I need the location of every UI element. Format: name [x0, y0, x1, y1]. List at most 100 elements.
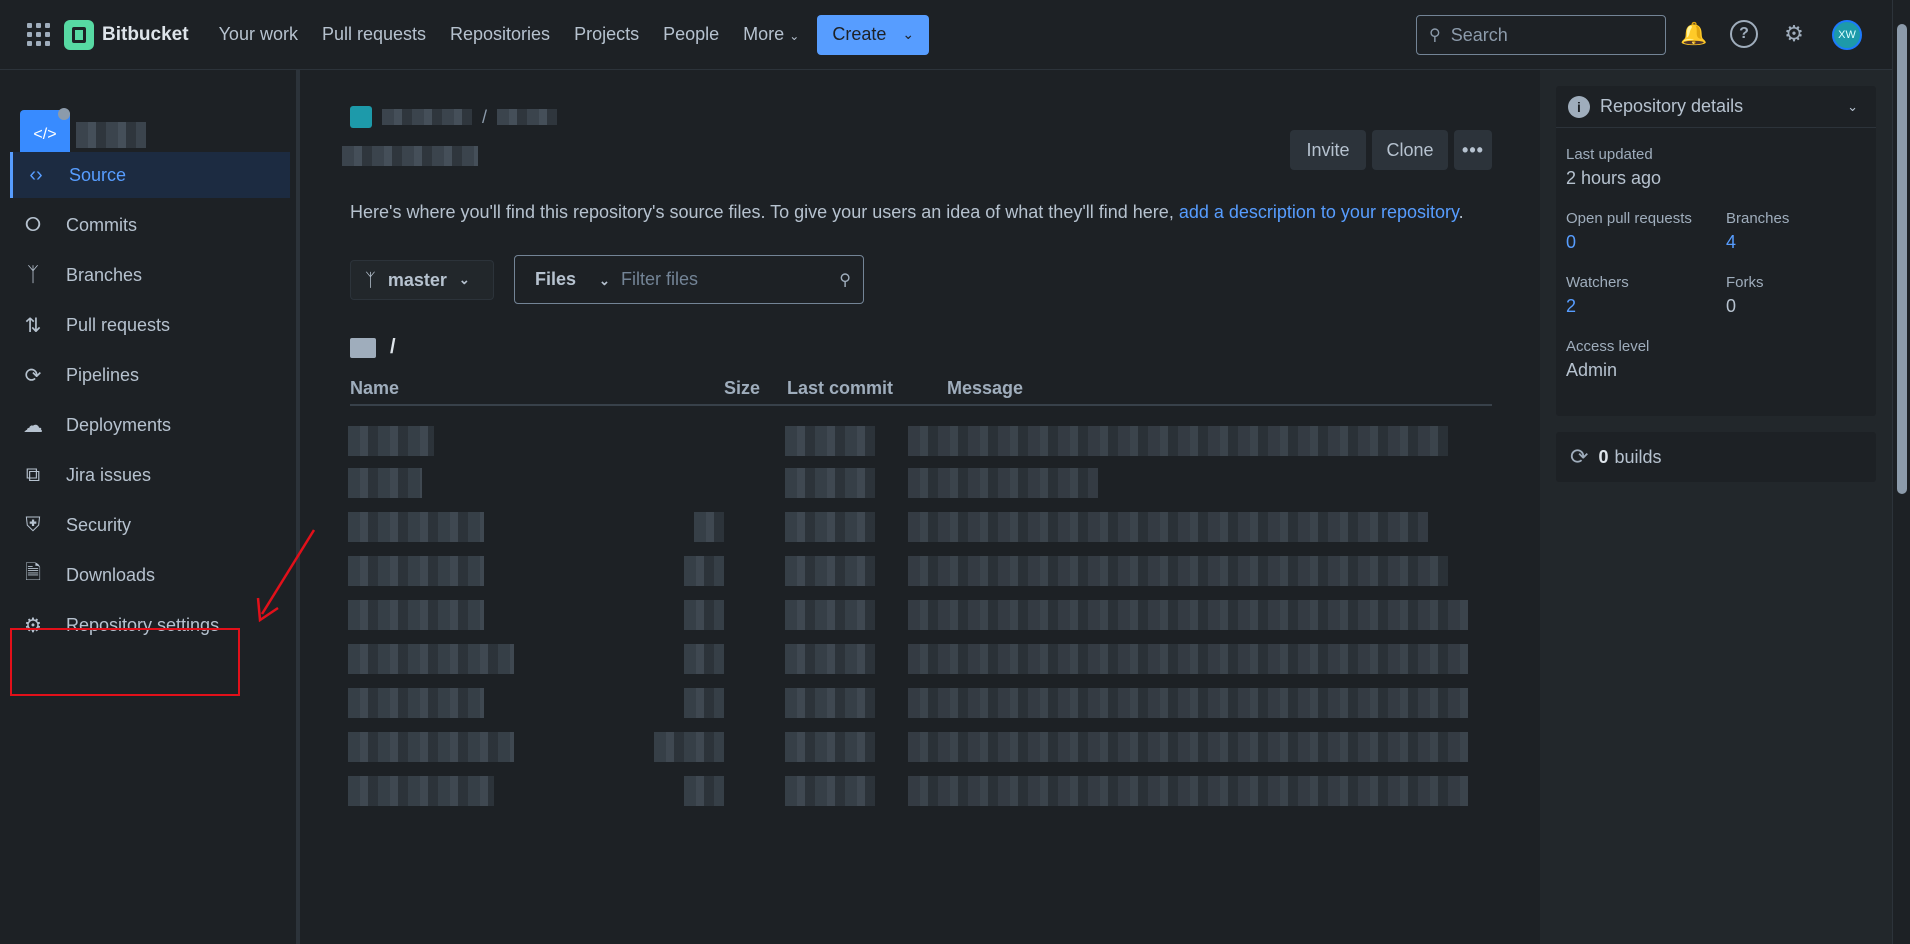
builds-card[interactable]: ⟳ 0 builds	[1556, 432, 1876, 482]
commit-message-redacted	[908, 512, 1428, 542]
builds-label: builds	[1614, 446, 1662, 467]
table-row[interactable]	[348, 556, 1494, 586]
branch-icon: ᛉ	[365, 269, 376, 290]
table-row[interactable]	[348, 644, 1494, 674]
invite-button[interactable]: Invite	[1290, 130, 1366, 170]
clone-button[interactable]: Clone	[1372, 130, 1448, 170]
file-name-redacted[interactable]	[348, 468, 422, 498]
file-name-redacted[interactable]	[348, 512, 484, 542]
sidebar-item-jira-issues[interactable]: ⧉ Jira issues	[10, 452, 290, 498]
search-input[interactable]: ⚲ Search	[1416, 15, 1666, 55]
commit-message-redacted	[908, 556, 1448, 586]
sidebar-item-deployments[interactable]: ☁ Deployments	[10, 402, 290, 448]
file-name-redacted[interactable]	[348, 556, 484, 586]
repository-name-redacted[interactable]	[76, 122, 146, 148]
sidebar-item-label: Jira issues	[66, 464, 152, 485]
table-row[interactable]	[348, 776, 1494, 806]
table-row[interactable]	[348, 732, 1494, 762]
column-size[interactable]: Size	[724, 378, 760, 399]
notifications-icon[interactable]: 🔔	[1680, 20, 1708, 48]
file-name-redacted[interactable]	[348, 426, 434, 456]
sidebar-item-security[interactable]: ⛨ Security	[10, 502, 290, 548]
details-title: Repository details	[1600, 96, 1744, 116]
create-button[interactable]: Create ⌄	[817, 14, 930, 55]
repository-breadcrumb-redacted[interactable]	[497, 109, 558, 125]
nav-pull-requests[interactable]: Pull requests	[310, 24, 438, 45]
main-content: / Invite Clone ••• Here's where you'll f…	[304, 70, 1540, 944]
brand-name[interactable]: Bitbucket	[102, 24, 189, 46]
file-name-redacted[interactable]	[348, 600, 484, 630]
sidebar-item-downloads[interactable]: 🗎 Downloads	[10, 552, 290, 598]
last-commit-redacted	[785, 556, 875, 586]
table-row[interactable]	[348, 468, 1494, 498]
last-updated-value: 2 hours ago	[1566, 168, 1662, 188]
commit-message-redacted	[908, 776, 1468, 806]
description-period: .	[1458, 202, 1464, 222]
file-name-redacted[interactable]	[348, 732, 514, 762]
open-prs-value[interactable]: 0	[1566, 232, 1576, 253]
filter-files-input[interactable]: Filter files	[621, 269, 839, 290]
file-name-redacted[interactable]	[348, 776, 494, 806]
table-row[interactable]	[348, 600, 1494, 630]
sidebar-item-pipelines[interactable]: ⟳ Pipelines	[10, 352, 290, 398]
document-icon: 🗎	[24, 562, 42, 584]
branches-value[interactable]: 4	[1726, 232, 1736, 253]
files-type-select[interactable]: Files ⌄	[515, 269, 621, 290]
breadcrumb-separator: /	[482, 106, 488, 127]
forks-label: Forks	[1726, 274, 1764, 291]
column-last-commit[interactable]: Last commit	[787, 378, 893, 399]
commit-message-redacted	[908, 600, 1468, 630]
column-name[interactable]: Name	[350, 378, 399, 399]
commit-message-redacted	[908, 426, 1448, 456]
repository-details-toggle[interactable]: i Repository details ⌄	[1556, 86, 1876, 128]
add-description-link[interactable]: add a description to your repository	[1179, 202, 1459, 222]
last-updated-label: Last updated	[1566, 146, 1653, 163]
more-actions-icon[interactable]: •••	[1454, 130, 1492, 170]
settings-gear-icon[interactable]: ⚙	[1780, 20, 1808, 48]
nav-people[interactable]: People	[651, 24, 731, 45]
commit-message-redacted	[908, 468, 1098, 498]
pipelines-icon: ⟳	[24, 364, 42, 387]
nav-more-label: More	[743, 24, 785, 44]
sidebar-item-branches[interactable]: ᛉ Branches	[10, 252, 290, 298]
sidebar-item-label: Downloads	[66, 564, 156, 585]
app-switcher-icon[interactable]	[26, 23, 50, 47]
nav-more[interactable]: More ⌄	[731, 24, 811, 45]
project-icon[interactable]	[350, 106, 372, 128]
commit-message-redacted	[908, 732, 1468, 762]
nav-repositories[interactable]: Repositories	[438, 24, 562, 45]
search-icon: ⚲	[839, 271, 851, 289]
files-label: Files	[535, 269, 577, 289]
sidebar-item-commits[interactable]: ⭘ Commits	[10, 202, 290, 248]
table-row[interactable]	[348, 688, 1494, 718]
last-commit-redacted	[785, 512, 875, 542]
page-title-redacted	[342, 146, 478, 166]
scrollbar-thumb[interactable]	[1897, 24, 1907, 494]
info-icon: i	[1568, 95, 1590, 118]
table-row[interactable]	[348, 512, 1494, 542]
last-commit-redacted	[785, 600, 875, 630]
create-label: Create	[832, 24, 887, 44]
page-scrollbar[interactable]	[1892, 0, 1910, 944]
breadcrumb: /	[350, 106, 558, 128]
lock-icon	[58, 108, 70, 120]
sidebar-item-pull-requests[interactable]: ⇅ Pull requests	[10, 302, 290, 348]
user-avatar[interactable]: XW	[1832, 20, 1862, 50]
file-name-redacted[interactable]	[348, 644, 514, 674]
commit-message-redacted	[908, 688, 1468, 718]
help-icon[interactable]: ?	[1730, 20, 1758, 48]
sidebar-item-source[interactable]: ‹› Source	[10, 152, 290, 198]
project-name-redacted[interactable]	[382, 109, 472, 125]
nav-your-work[interactable]: Your work	[207, 24, 310, 45]
pull-request-icon: ⇅	[24, 314, 42, 337]
forks-value: 0	[1726, 296, 1737, 316]
column-message[interactable]: Message	[947, 378, 1023, 399]
sidebar-item-label: Source	[69, 164, 127, 185]
bitbucket-logo-icon[interactable]	[64, 19, 94, 50]
watchers-value[interactable]: 2	[1566, 296, 1576, 317]
branch-selector[interactable]: ᛉ master ⌄	[350, 260, 494, 300]
table-row[interactable]	[348, 426, 1494, 456]
nav-projects[interactable]: Projects	[562, 24, 651, 45]
open-prs-label: Open pull requests	[1566, 210, 1692, 227]
file-name-redacted[interactable]	[348, 688, 484, 718]
